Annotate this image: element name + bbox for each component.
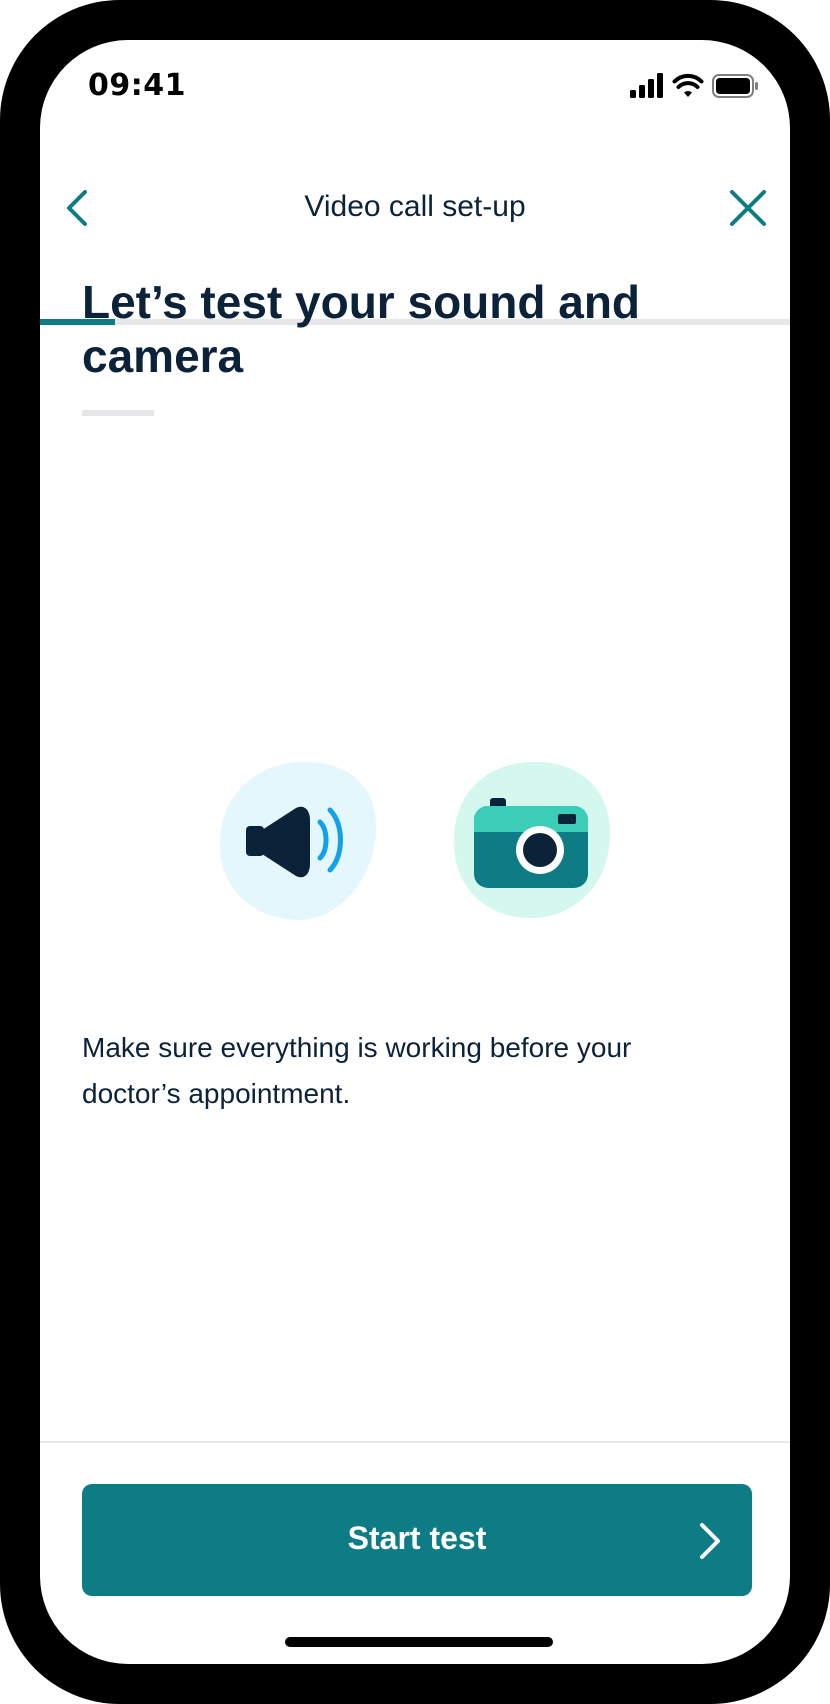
battery-icon bbox=[712, 74, 758, 98]
status-time: 09:41 bbox=[88, 68, 186, 103]
home-indicator[interactable] bbox=[285, 1637, 553, 1647]
screen: 09:41 Video call set-up Let’s test your … bbox=[40, 40, 790, 1664]
chevron-right-icon bbox=[700, 1523, 720, 1559]
nav-title: Video call set-up bbox=[304, 190, 526, 223]
wifi-icon bbox=[672, 73, 704, 97]
cellular-signal-icon bbox=[630, 73, 663, 98]
speaker-icon bbox=[219, 761, 377, 921]
camera-illustration bbox=[452, 760, 612, 920]
nav-bar: Video call set-up bbox=[40, 150, 790, 325]
speaker-illustration bbox=[218, 760, 378, 921]
phone-frame: 09:41 Video call set-up Let’s test your … bbox=[0, 0, 830, 1704]
start-test-button[interactable]: Start test bbox=[82, 1484, 752, 1596]
footer-divider bbox=[40, 1441, 790, 1443]
status-icons bbox=[630, 72, 760, 100]
description-text: Make sure everything is working before y… bbox=[82, 1032, 632, 1109]
close-button[interactable] bbox=[718, 178, 778, 238]
start-test-label: Start test bbox=[347, 1520, 487, 1556]
camera-icon bbox=[453, 761, 611, 919]
heading-divider bbox=[82, 410, 154, 416]
close-icon bbox=[730, 190, 766, 226]
status-bar: 09:41 bbox=[40, 40, 790, 130]
page-title: Let’s test your sound and camera bbox=[82, 276, 641, 382]
